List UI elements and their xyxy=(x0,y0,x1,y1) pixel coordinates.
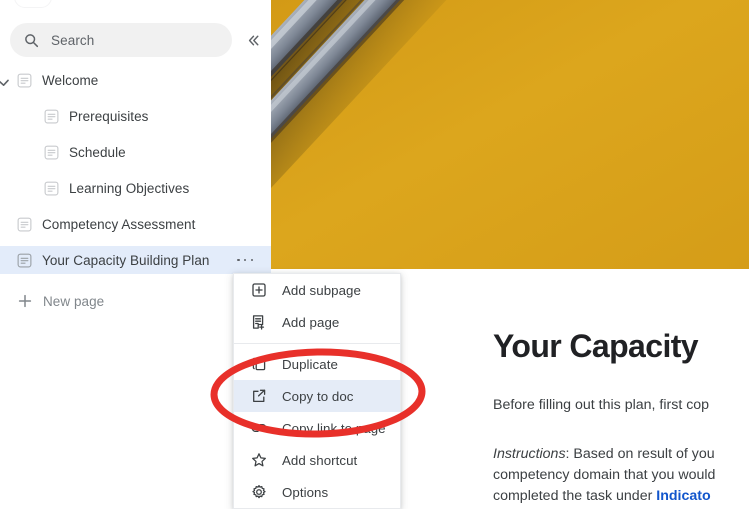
page-icon xyxy=(44,109,59,124)
gear-icon xyxy=(251,484,267,500)
chevron-down-icon[interactable] xyxy=(0,75,11,85)
sidebar-item-schedule[interactable]: Schedule xyxy=(0,138,271,166)
menu-item-label: Add subpage xyxy=(282,283,361,298)
copy-to-doc-icon xyxy=(251,388,267,404)
sidebar: Search xyxy=(0,0,271,509)
menu-item-copy-link-to-page[interactable]: Copy link to page xyxy=(234,412,400,444)
duplicate-icon xyxy=(251,356,267,372)
sidebar-item-label: Competency Assessment xyxy=(42,217,195,232)
collapse-sidebar-button[interactable] xyxy=(243,30,263,50)
sidebar-item-label: Learning Objectives xyxy=(69,181,189,196)
sidebar-item-label: Welcome xyxy=(42,73,98,88)
menu-item-label: Copy link to page xyxy=(282,421,386,436)
doc-paragraph-instructions-line2: competency domain that you would xyxy=(493,465,715,486)
page-title: Your Capacity xyxy=(493,330,698,362)
sidebar-item-welcome[interactable]: Welcome xyxy=(0,66,271,94)
plus-icon xyxy=(18,294,32,308)
dot xyxy=(251,259,254,262)
menu-item-label: Copy to doc xyxy=(282,389,354,404)
menu-item-add-page[interactable]: Add page xyxy=(234,306,400,338)
page-plus-icon xyxy=(251,314,267,330)
indicators-link[interactable]: Indicato xyxy=(656,488,710,504)
page-icon xyxy=(17,73,32,88)
doc-paragraph-instructions-line3: completed the task under Indicato xyxy=(493,486,711,507)
menu-item-label: Add shortcut xyxy=(282,453,357,468)
menu-item-copy-to-doc[interactable]: Copy to doc xyxy=(234,380,400,412)
menu-item-label: Options xyxy=(282,485,328,500)
star-icon xyxy=(251,452,267,468)
menu-item-duplicate[interactable]: Duplicate xyxy=(234,348,400,380)
dot xyxy=(237,259,240,262)
instructions-text-tail: completed the task under xyxy=(493,488,656,504)
search-input[interactable]: Search xyxy=(10,23,232,57)
page-icon xyxy=(44,145,59,160)
menu-item-options[interactable]: Options xyxy=(234,476,400,508)
menu-item-label: Duplicate xyxy=(282,357,338,372)
plus-in-square-icon xyxy=(251,282,267,298)
page-context-menu: Add subpage Add page xyxy=(233,273,401,509)
instructions-text: : Based on result of you xyxy=(566,446,715,462)
page-overflow-menu-button[interactable] xyxy=(237,253,253,267)
doc-paragraph-intro: Before filling out this plan, first cop xyxy=(493,395,709,416)
doc-paragraph-instructions-line1: Instructions: Based on result of you xyxy=(493,444,715,465)
sidebar-item-learning-objectives[interactable]: Learning Objectives xyxy=(0,174,271,202)
menu-item-add-shortcut[interactable]: Add shortcut xyxy=(234,444,400,476)
page-icon xyxy=(17,217,32,232)
app-window: Search xyxy=(0,0,749,509)
search-icon xyxy=(24,33,39,48)
sidebar-item-label: Prerequisites xyxy=(69,109,148,124)
sidebar-item-label: Schedule xyxy=(69,145,126,160)
page-icon xyxy=(17,253,32,268)
hero-image xyxy=(271,0,749,269)
menu-item-label: Add page xyxy=(282,315,339,330)
dot xyxy=(244,259,247,262)
search-placeholder: Search xyxy=(51,33,94,48)
hero-illustration xyxy=(271,0,749,269)
instructions-label: Instructions xyxy=(493,446,566,462)
sidebar-item-label: Your Capacity Building Plan xyxy=(42,253,209,268)
sidebar-item-your-capacity-building-plan[interactable]: Your Capacity Building Plan xyxy=(0,246,271,274)
new-page-label: New page xyxy=(43,294,104,309)
menu-item-add-subpage[interactable]: Add subpage xyxy=(234,274,400,306)
menu-divider xyxy=(234,343,400,344)
top-pill-stub xyxy=(14,0,52,8)
search-row: Search xyxy=(0,22,271,58)
sidebar-item-prerequisites[interactable]: Prerequisites xyxy=(0,102,271,130)
link-icon xyxy=(251,420,267,436)
sidebar-item-competency-assessment[interactable]: Competency Assessment xyxy=(0,210,271,238)
new-page-button[interactable]: New page xyxy=(0,288,271,314)
page-tree: Welcome Prerequisites xyxy=(0,66,271,282)
page-icon xyxy=(44,181,59,196)
